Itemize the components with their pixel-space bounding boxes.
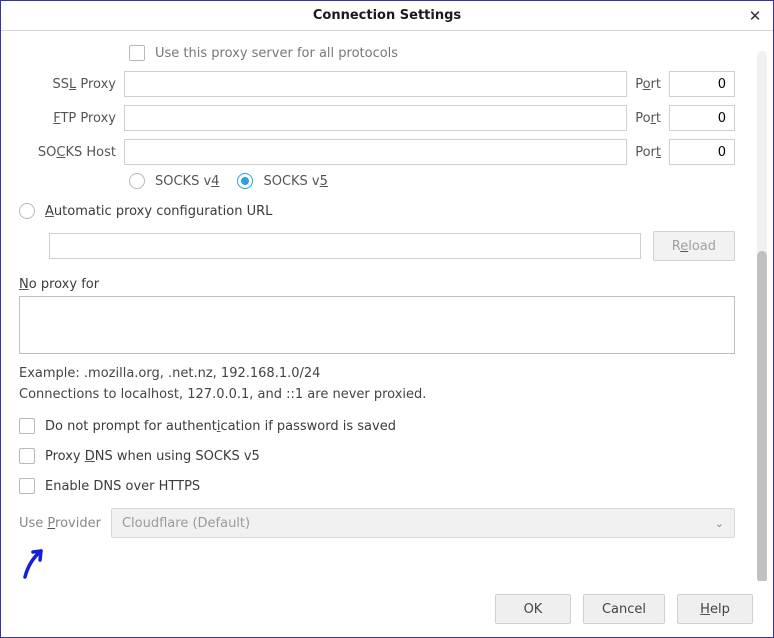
proxy-dns-checkbox[interactable] [19, 448, 35, 464]
ok-button[interactable]: OK [495, 594, 571, 624]
titlebar: Connection Settings ✕ [1, 1, 773, 31]
ssl-proxy-label: SSL Proxy [19, 77, 124, 92]
ftp-proxy-label: FTP Proxy [19, 111, 124, 126]
socks-port-input[interactable] [669, 139, 735, 165]
no-proxy-label: No proxy for [19, 277, 735, 292]
ftp-port-label: Port [627, 111, 669, 126]
enable-doh-checkbox[interactable] [19, 478, 35, 494]
reload-button[interactable]: Reload [653, 231, 735, 261]
socks-v5-radio[interactable] [237, 173, 253, 189]
no-proxy-note: Connections to localhost, 127.0.0.1, and… [19, 387, 735, 402]
no-proxy-example: Example: .mozilla.org, .net.nz, 192.168.… [19, 366, 735, 381]
auto-proxy-radio[interactable] [19, 203, 35, 219]
socks-v4-label: SOCKS v4 [155, 174, 219, 189]
auto-proxy-label: Automatic proxy configuration URL [45, 204, 272, 219]
ssl-port-input[interactable] [669, 71, 735, 97]
use-all-protocols-checkbox[interactable] [129, 45, 145, 61]
no-proxy-textarea[interactable] [19, 296, 735, 354]
socks-host-label: SOCKS Host [19, 145, 124, 160]
dialog-body: Use this proxy server for all protocols … [1, 31, 773, 581]
pac-url-input[interactable] [49, 233, 641, 259]
dialog-footer: OK Cancel Help [1, 581, 773, 637]
ftp-proxy-input[interactable] [124, 105, 627, 131]
provider-value: Cloudflare (Default) [122, 516, 250, 531]
scrollbar-thumb[interactable] [757, 251, 767, 581]
no-prompt-checkbox[interactable] [19, 418, 35, 434]
help-button[interactable]: Help [677, 594, 753, 624]
close-button[interactable]: ✕ [745, 6, 765, 26]
ftp-port-input[interactable] [669, 105, 735, 131]
cancel-button[interactable]: Cancel [583, 594, 665, 624]
socks-host-input[interactable] [124, 139, 627, 165]
provider-select[interactable]: Cloudflare (Default) ⌄ [111, 508, 735, 538]
enable-doh-label: Enable DNS over HTTPS [45, 479, 200, 494]
socks-v4-radio[interactable] [129, 173, 145, 189]
proxy-dns-label: Proxy DNS when using SOCKS v5 [45, 449, 260, 464]
socks-port-label: Port [627, 145, 669, 160]
provider-label: Use Provider [19, 516, 101, 531]
dialog-title: Connection Settings [313, 8, 461, 23]
connection-settings-dialog: Connection Settings ✕ Use this proxy ser… [0, 0, 774, 638]
ssl-port-label: Port [627, 77, 669, 92]
no-prompt-label: Do not prompt for authentication if pass… [45, 419, 396, 434]
socks-v5-label: SOCKS v5 [263, 174, 327, 189]
ssl-proxy-input[interactable] [124, 71, 627, 97]
chevron-down-icon: ⌄ [715, 517, 724, 530]
use-all-protocols-label: Use this proxy server for all protocols [155, 46, 398, 61]
